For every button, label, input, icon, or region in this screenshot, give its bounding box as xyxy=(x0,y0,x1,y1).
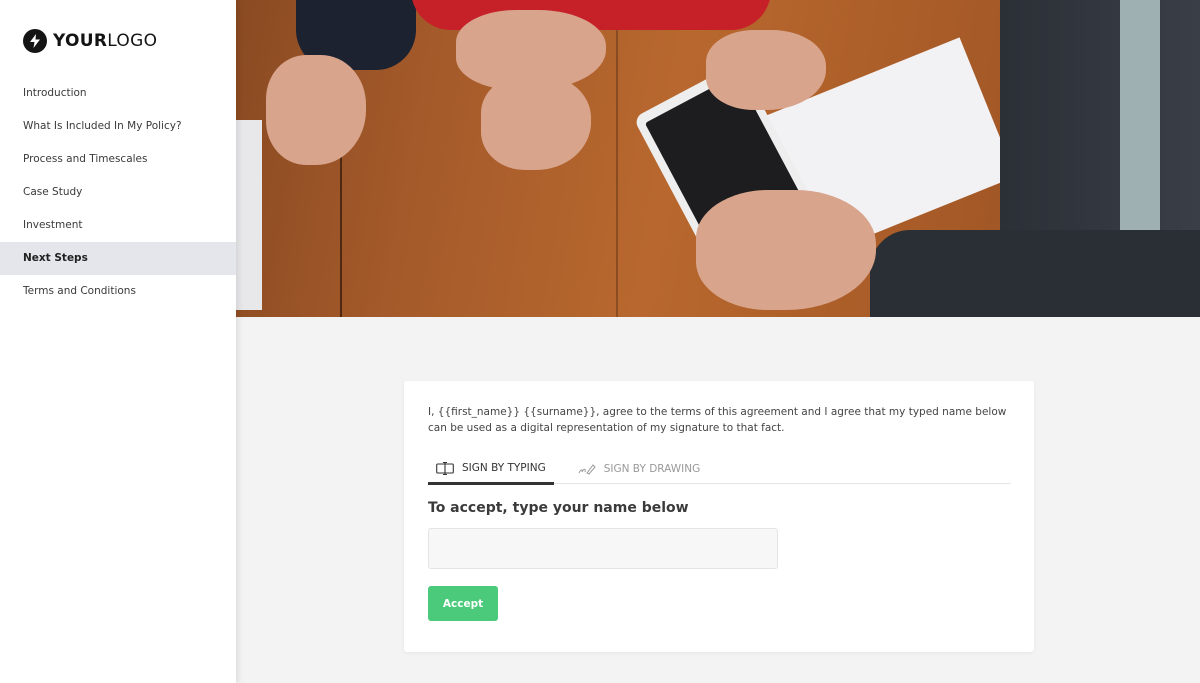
sidebar-item-investment[interactable]: Investment xyxy=(0,209,236,242)
sidebar-item-policy[interactable]: What Is Included In My Policy? xyxy=(0,110,236,143)
logo-text: YOURLOGO xyxy=(53,31,158,51)
sidebar-item-process[interactable]: Process and Timescales xyxy=(0,143,236,176)
tab-sign-by-typing[interactable]: SIGN BY TYPING xyxy=(428,454,554,485)
photo-hand xyxy=(266,55,366,165)
agreement-text: I, {{first_name}} {{surname}}, agree to … xyxy=(428,406,1007,434)
photo-paper-edge xyxy=(236,120,262,310)
signature-tabs: SIGN BY TYPING SIGN BY DRAWING xyxy=(428,454,1011,485)
accept-label: To accept, type your name below xyxy=(428,500,689,516)
accept-button[interactable]: Accept xyxy=(428,586,498,621)
name-input[interactable] xyxy=(428,528,778,569)
sidebar-item-introduction[interactable]: Introduction xyxy=(0,77,236,110)
tab-label: SIGN BY DRAWING xyxy=(603,463,701,475)
lightning-bolt-icon xyxy=(23,29,47,53)
hero-image xyxy=(236,0,1200,317)
sidebar-item-case-study[interactable]: Case Study xyxy=(0,176,236,209)
photo-hand xyxy=(706,30,826,110)
sidebar-nav: Introduction What Is Included In My Poli… xyxy=(0,77,236,308)
table-plank-line xyxy=(616,0,618,317)
pen-signature-icon xyxy=(578,463,596,475)
photo-jacket-sleeve xyxy=(870,230,1200,317)
photo-shirt xyxy=(1120,0,1160,250)
photo-hand xyxy=(481,75,591,170)
tab-sign-by-drawing[interactable]: SIGN BY DRAWING xyxy=(570,454,709,484)
signature-card: I, {{first_name}} {{surname}}, agree to … xyxy=(404,381,1034,652)
logo[interactable]: YOURLOGO xyxy=(23,29,157,53)
tab-label: SIGN BY TYPING xyxy=(462,462,546,474)
sidebar: YOURLOGO Introduction What Is Included I… xyxy=(0,0,236,683)
sidebar-item-terms[interactable]: Terms and Conditions xyxy=(0,275,236,308)
text-cursor-icon xyxy=(436,461,454,475)
photo-hand xyxy=(696,190,876,310)
sidebar-item-next-steps[interactable]: Next Steps xyxy=(0,242,236,275)
